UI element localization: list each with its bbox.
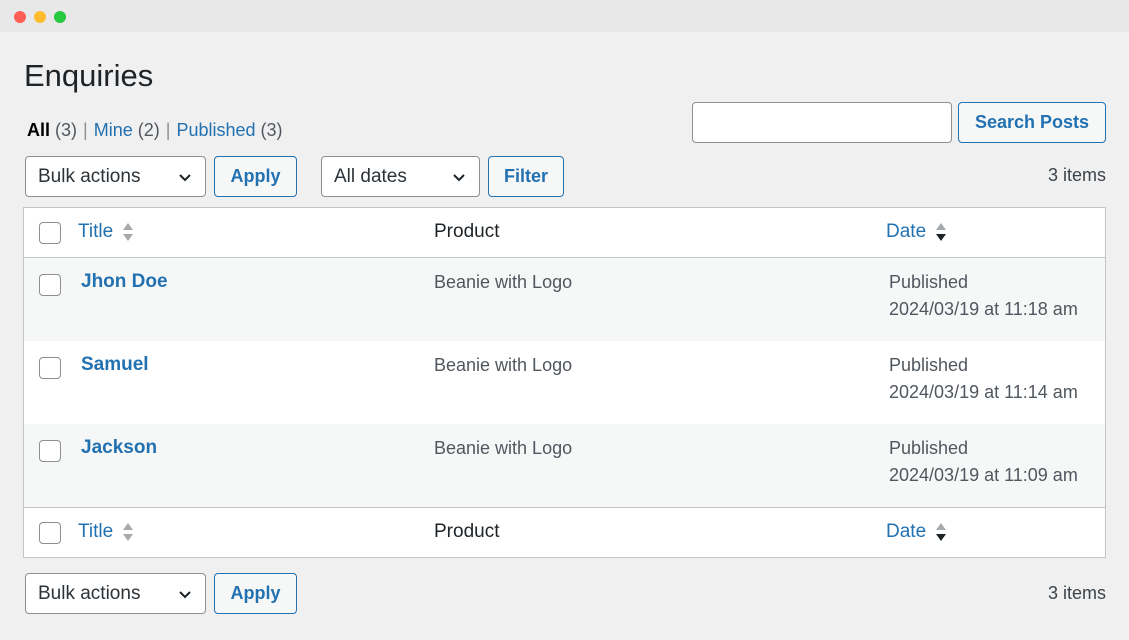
sort-icon: [123, 523, 134, 541]
filter-button[interactable]: Filter: [488, 156, 564, 197]
bulk-actions-value: Bulk actions: [38, 582, 141, 604]
sort-desc-icon: [936, 523, 947, 541]
enquiry-name-link[interactable]: Jackson: [81, 437, 157, 459]
bulk-actions-select-top[interactable]: Bulk actions: [25, 156, 206, 197]
table-row: Samuel Beanie with Logo Published 2024/0…: [24, 341, 1105, 424]
table-footer: Title Product Date: [24, 507, 1105, 557]
enquiry-name-link[interactable]: Jhon Doe: [81, 271, 168, 293]
chevron-down-icon: [179, 591, 191, 599]
view-mine[interactable]: Mine (2): [94, 120, 160, 140]
window-maximize-button[interactable]: [54, 11, 66, 23]
table-row: Jackson Beanie with Logo Published 2024/…: [24, 424, 1105, 507]
apply-button-top[interactable]: Apply: [214, 156, 297, 197]
enquiry-status: Published: [889, 438, 969, 458]
chevron-down-icon: [179, 174, 191, 182]
items-count-top: 3 items: [1047, 165, 1106, 185]
view-published-label: Published: [176, 120, 256, 140]
enquiry-name-link[interactable]: Samuel: [81, 354, 149, 376]
row-checkbox[interactable]: [39, 274, 61, 296]
enquiry-product: Beanie with Logo: [434, 355, 573, 375]
dates-filter-value: All dates: [334, 165, 407, 187]
view-published-count: (3): [260, 120, 283, 140]
column-title-label: Title: [78, 221, 114, 242]
column-product-header: Product: [434, 221, 500, 242]
search-posts-button[interactable]: Search Posts: [958, 102, 1106, 143]
column-title-header[interactable]: Title: [78, 221, 135, 243]
page-title: Enquiries: [24, 58, 154, 93]
enquiry-status: Published: [889, 272, 969, 292]
column-date-footer[interactable]: Date: [886, 521, 948, 543]
bulk-actions-select-bottom[interactable]: Bulk actions: [25, 573, 206, 614]
view-all-label: All: [27, 120, 51, 140]
bulk-actions-value: Bulk actions: [38, 165, 141, 187]
view-mine-count: (2): [137, 120, 160, 140]
column-date-label: Date: [886, 221, 927, 242]
column-title-footer[interactable]: Title: [78, 521, 135, 543]
status-views: All (3) | Mine (2) | Published (3): [27, 120, 283, 141]
column-title-label: Title: [78, 521, 114, 542]
row-checkbox[interactable]: [39, 440, 61, 462]
window-minimize-button[interactable]: [34, 11, 46, 23]
window-titlebar: [0, 0, 1129, 32]
enquiry-date: 2024/03/19 at 11:18 am: [889, 299, 1078, 319]
view-separator: |: [165, 120, 171, 140]
view-mine-label: Mine: [93, 120, 133, 140]
enquiry-status: Published: [889, 355, 969, 375]
column-date-label: Date: [886, 521, 927, 542]
sort-desc-icon: [936, 223, 947, 241]
view-all-count: (3): [55, 120, 78, 140]
select-all-checkbox[interactable]: [39, 222, 61, 244]
items-count-bottom: 3 items: [1047, 583, 1106, 603]
dates-filter-select[interactable]: All dates: [321, 156, 480, 197]
enquiries-table: Title Product Date Jhon Doe Beanie with …: [23, 207, 1106, 558]
column-date-header[interactable]: Date: [886, 221, 948, 243]
enquiry-product: Beanie with Logo: [434, 272, 573, 292]
chevron-down-icon: [453, 174, 465, 182]
view-separator: |: [83, 120, 88, 140]
view-all[interactable]: All (3): [27, 120, 77, 140]
table-header: Title Product Date: [24, 208, 1105, 258]
table-row: Jhon Doe Beanie with Logo Published 2024…: [24, 258, 1105, 341]
enquiry-date: 2024/03/19 at 11:14 am: [889, 382, 1078, 402]
row-checkbox[interactable]: [39, 357, 61, 379]
window-close-button[interactable]: [14, 11, 26, 23]
enquiry-date: 2024/03/19 at 11:09 am: [889, 465, 1078, 485]
select-all-checkbox-footer[interactable]: [39, 522, 61, 544]
apply-button-bottom[interactable]: Apply: [214, 573, 297, 614]
enquiry-product: Beanie with Logo: [434, 438, 573, 458]
sort-icon: [123, 223, 134, 241]
view-published[interactable]: Published (3): [176, 120, 282, 140]
column-product-footer: Product: [434, 521, 500, 542]
search-input[interactable]: [692, 102, 952, 143]
